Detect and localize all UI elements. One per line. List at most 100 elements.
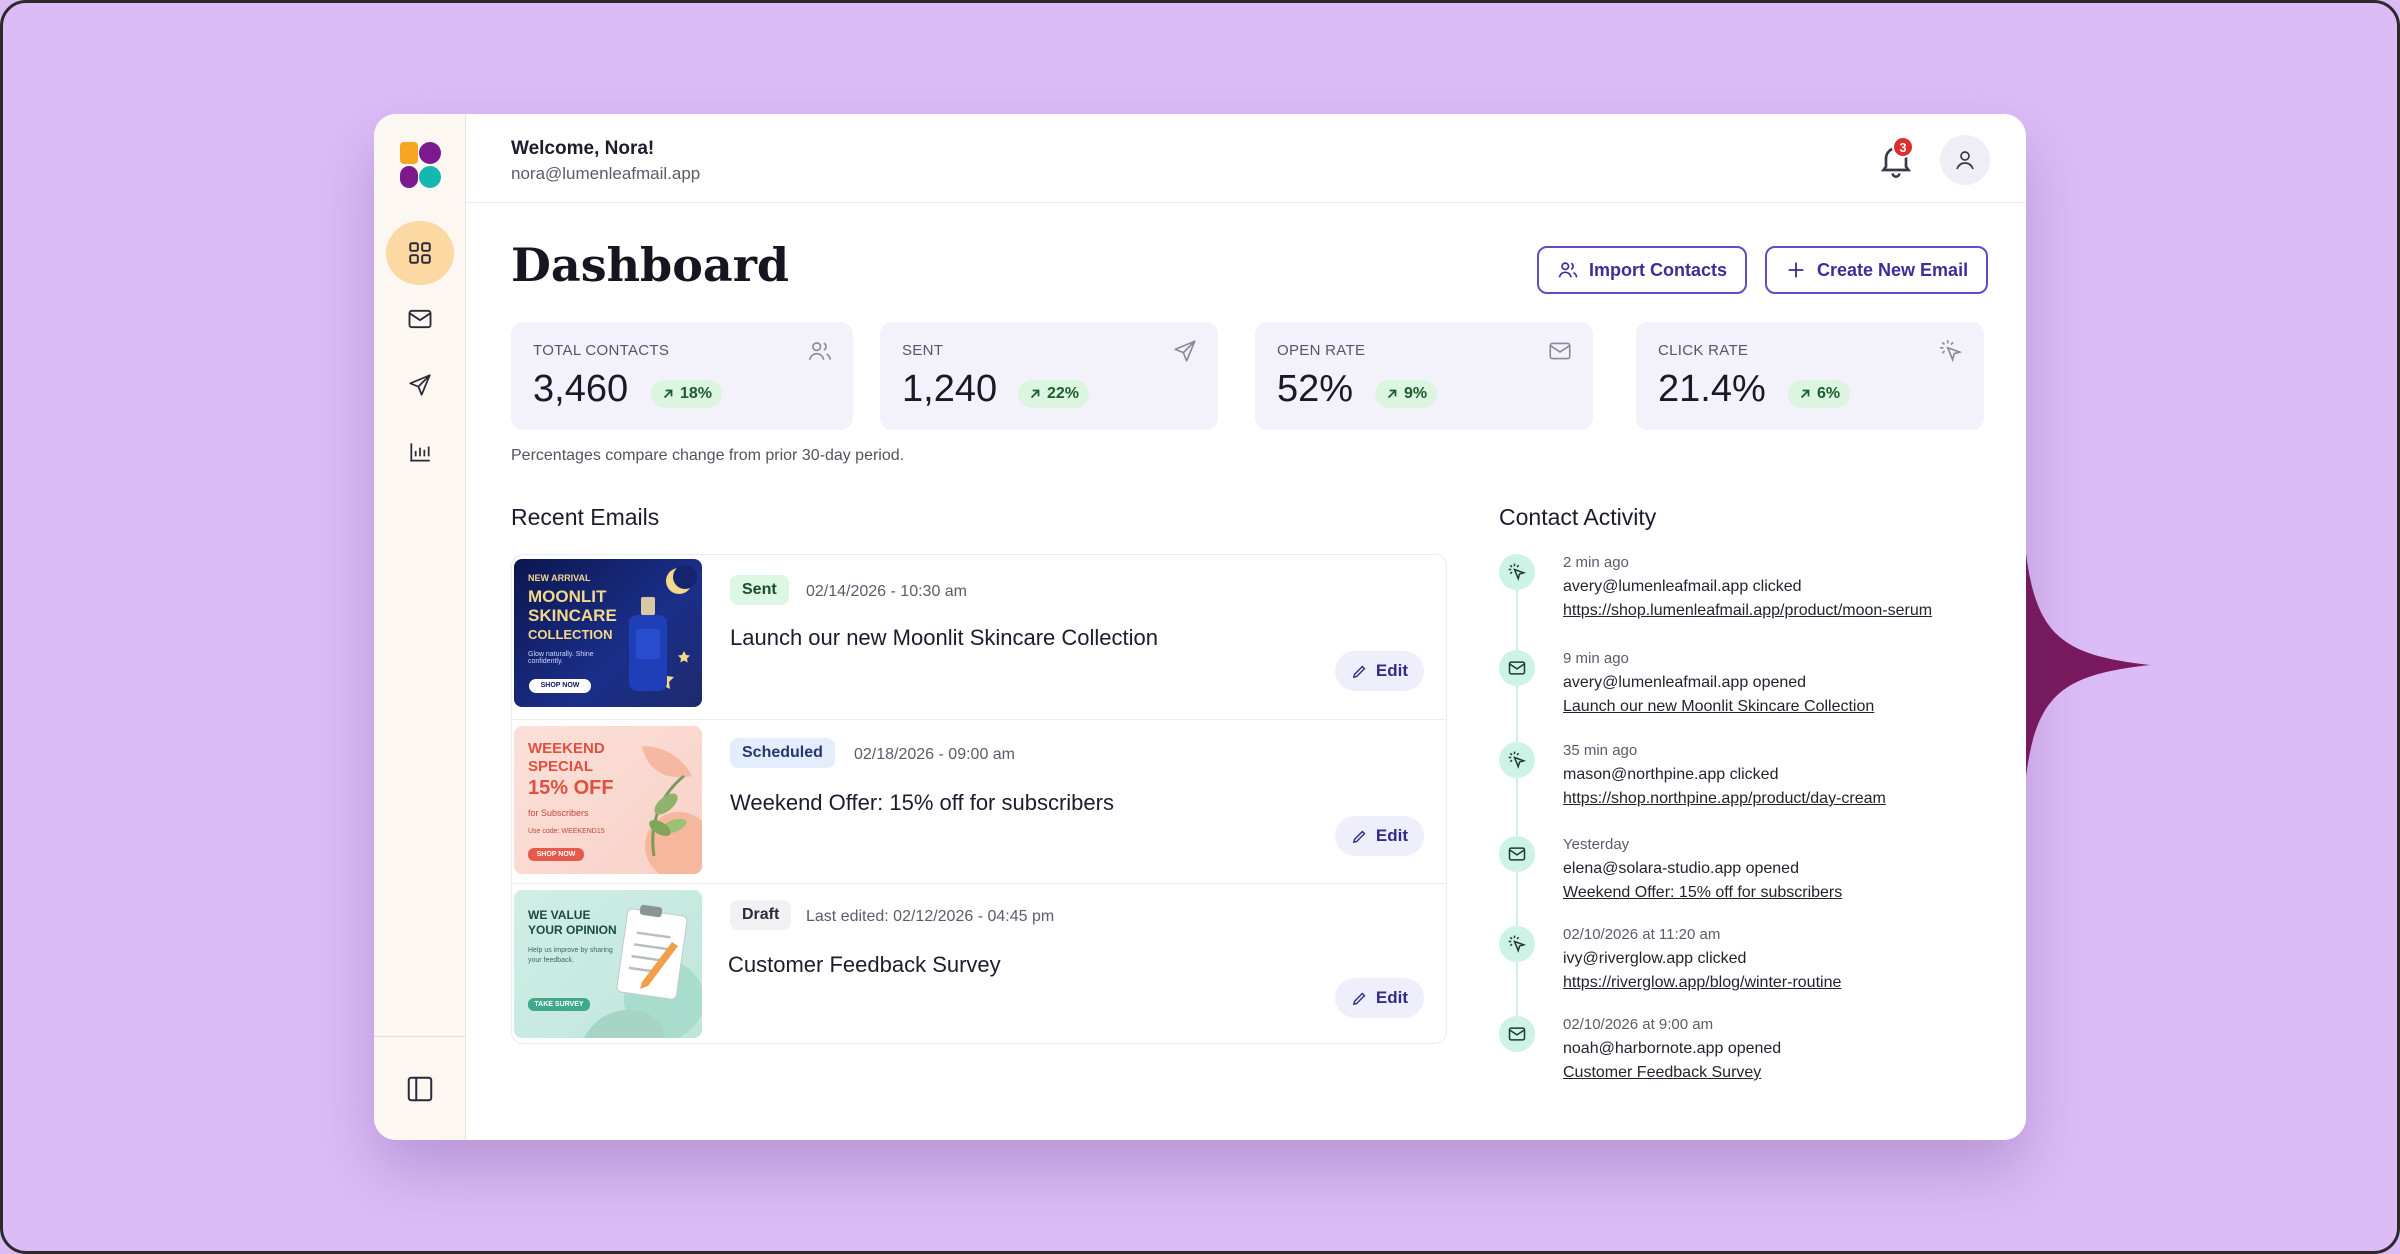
pencil-icon	[1352, 665, 1366, 678]
email-row[interactable]: NEW ARRIVAL MOONLIT SKINCARE COLLECTION …	[512, 555, 1446, 719]
edit-button[interactable]: Edit	[1334, 816, 1424, 856]
edit-label: Edit	[1375, 661, 1408, 680]
activity-time: 2 min ago	[1563, 554, 1629, 571]
activity-link[interactable]: https://shop.lumenleafmail.app/product/m…	[1563, 602, 1932, 620]
activity-time: Yesterday	[1563, 836, 1630, 853]
activity-link[interactable]: https://shop.northpine.app/product/day-c…	[1563, 790, 1886, 808]
activity-link[interactable]: Weekend Offer: 15% off for subscribers	[1563, 884, 1842, 902]
trend-badge: 9%	[1375, 380, 1438, 408]
thumb-cta: SHOP NOW	[536, 851, 576, 858]
activity-text: noah@harbornote.app opened	[1563, 1040, 1782, 1057]
send-icon	[1174, 340, 1196, 362]
plus-icon	[1788, 262, 1804, 278]
email-subject[interactable]: Customer Feedback Survey	[728, 952, 1001, 978]
edit-button[interactable]: Edit	[1334, 651, 1424, 691]
edit-label: Edit	[1375, 826, 1408, 845]
edit-button[interactable]: Edit	[1334, 978, 1424, 1018]
click-icon	[1940, 340, 1963, 363]
pencil-icon	[1352, 992, 1366, 1005]
thumb-heading: WE VALUE YOUR OPINION	[528, 908, 617, 938]
email-date: 02/18/2026 - 09:00 am	[854, 746, 1016, 763]
click-icon	[1499, 554, 1535, 590]
email-date: 02/14/2026 - 10:30 am	[806, 583, 968, 600]
stat-value: 21.4%	[1658, 368, 1766, 410]
email-row[interactable]: WEEKEND SPECIAL 15% OFF for Subscribers …	[512, 719, 1446, 883]
activity-text: avery@lumenleafmail.app opened	[1563, 674, 1807, 691]
import-contacts-button[interactable]: Import Contacts	[1537, 246, 1748, 294]
mail-icon	[1499, 836, 1535, 872]
activity-time: 35 min ago	[1563, 742, 1638, 759]
stat-label: CLICK RATE	[1658, 342, 1749, 359]
trend-value: 18%	[680, 385, 713, 402]
stat-card-open-rate: OPEN RATE 52% 9%	[1255, 322, 1593, 430]
email-thumbnail: NEW ARRIVAL MOONLIT SKINCARE COLLECTION …	[514, 559, 702, 707]
sidebar-item-emails[interactable]	[386, 287, 454, 351]
thumb-sub: Glow naturally. Shine confidently.	[528, 651, 594, 665]
avatar[interactable]	[1940, 135, 1990, 185]
email-subject[interactable]: Weekend Offer: 15% off for subscribers	[730, 790, 1114, 816]
arrow-up-right-icon	[1030, 389, 1040, 399]
stats-footnote: Percentages compare change from prior 30…	[511, 447, 905, 464]
create-new-email-button[interactable]: Create New Email	[1765, 246, 1989, 294]
thumb-heading: WEEKEND SPECIAL 15% OFF	[528, 740, 614, 800]
contact-activity-title: Contact Activity	[1499, 504, 1657, 530]
arrow-up-right-icon	[1387, 389, 1397, 399]
thumb-line: MOONLIT	[528, 587, 607, 606]
thumb-cta: TAKE SURVEY	[534, 1001, 584, 1008]
edit-label: Edit	[1375, 988, 1408, 1007]
thumb-sub: for Subscribers	[528, 808, 589, 818]
click-icon	[1499, 742, 1535, 778]
thumb-cta: SHOP NOW	[540, 682, 580, 689]
thumb-line: SPECIAL	[528, 758, 594, 775]
activity-link[interactable]: Customer Feedback Survey	[1563, 1064, 1761, 1082]
app-window: Welcome, Nora! nora@lumenleafmail.app 3 …	[374, 114, 2026, 1140]
status-badge: Draft	[730, 900, 792, 930]
thumb-code: Use code: WEEKEND15	[528, 828, 605, 835]
thumb-eyebrow: NEW ARRIVAL	[528, 573, 591, 583]
stat-label: OPEN RATE	[1277, 342, 1366, 359]
thumb-line: 15% OFF	[528, 777, 614, 799]
click-icon	[1499, 926, 1535, 962]
thumb-line: WE VALUE	[528, 908, 591, 922]
email-thumbnail: WE VALUE YOUR OPINION Help us improve by…	[514, 890, 702, 1038]
stat-value: 1,240	[902, 368, 998, 410]
sidebar-item-campaigns[interactable]	[386, 353, 454, 417]
sidebar-item-analytics[interactable]	[386, 420, 454, 484]
users-icon	[808, 342, 832, 360]
send-icon	[409, 374, 431, 396]
status-badge: Scheduled	[730, 738, 835, 768]
brand-logo-icon	[400, 142, 441, 188]
stat-label: TOTAL CONTACTS	[533, 342, 670, 359]
thumb-line: YOUR OPINION	[528, 923, 617, 937]
activity-time: 02/10/2026 at 11:20 am	[1563, 926, 1721, 943]
welcome-text: Welcome, Nora!	[511, 138, 655, 159]
stat-card-click-rate: CLICK RATE 21.4% 6%	[1636, 322, 1984, 430]
email-subject[interactable]: Launch our new Moonlit Skincare Collecti…	[730, 625, 1158, 651]
bar-chart-icon	[410, 443, 430, 462]
thumb-sub: Help us improve by sharing your feedback…	[528, 947, 613, 964]
activity-text: mason@northpine.app clicked	[1563, 766, 1779, 783]
activity-link[interactable]: Launch our new Moonlit Skincare Collecti…	[1563, 698, 1874, 716]
stat-card-sent: SENT 1,240 22%	[880, 322, 1218, 430]
trend-value: 6%	[1817, 385, 1841, 402]
activity-text: avery@lumenleafmail.app clicked	[1563, 578, 1802, 595]
activity-text: elena@solara-studio.app opened	[1563, 860, 1799, 877]
notification-badge: 3	[1892, 136, 1914, 158]
sidebar-item-dashboard[interactable]	[386, 221, 454, 285]
email-row[interactable]: WE VALUE YOUR OPINION Help us improve by…	[512, 883, 1446, 1043]
thumb-line: COLLECTION	[528, 627, 613, 642]
trend-badge: 6%	[1788, 380, 1851, 408]
stat-value: 3,460	[533, 368, 629, 410]
sidebar-toggle-icon[interactable]	[405, 1074, 435, 1104]
stat-card-total-contacts: TOTAL CONTACTS 3,460 18%	[511, 322, 853, 430]
activity-link[interactable]: https://riverglow.app/blog/winter-routin…	[1563, 974, 1841, 992]
arrow-up-right-icon	[663, 389, 673, 399]
arrow-up-right-icon	[1800, 389, 1810, 399]
create-new-email-label: Create New Email	[1817, 259, 1969, 280]
stat-label: SENT	[902, 342, 944, 359]
activity-time: 02/10/2026 at 9:00 am	[1563, 1016, 1714, 1033]
trend-badge: 18%	[651, 380, 723, 408]
mail-icon	[408, 309, 432, 329]
users-icon	[1558, 262, 1578, 278]
thumb-heading: MOONLIT SKINCARE COLLECTION	[528, 587, 617, 644]
